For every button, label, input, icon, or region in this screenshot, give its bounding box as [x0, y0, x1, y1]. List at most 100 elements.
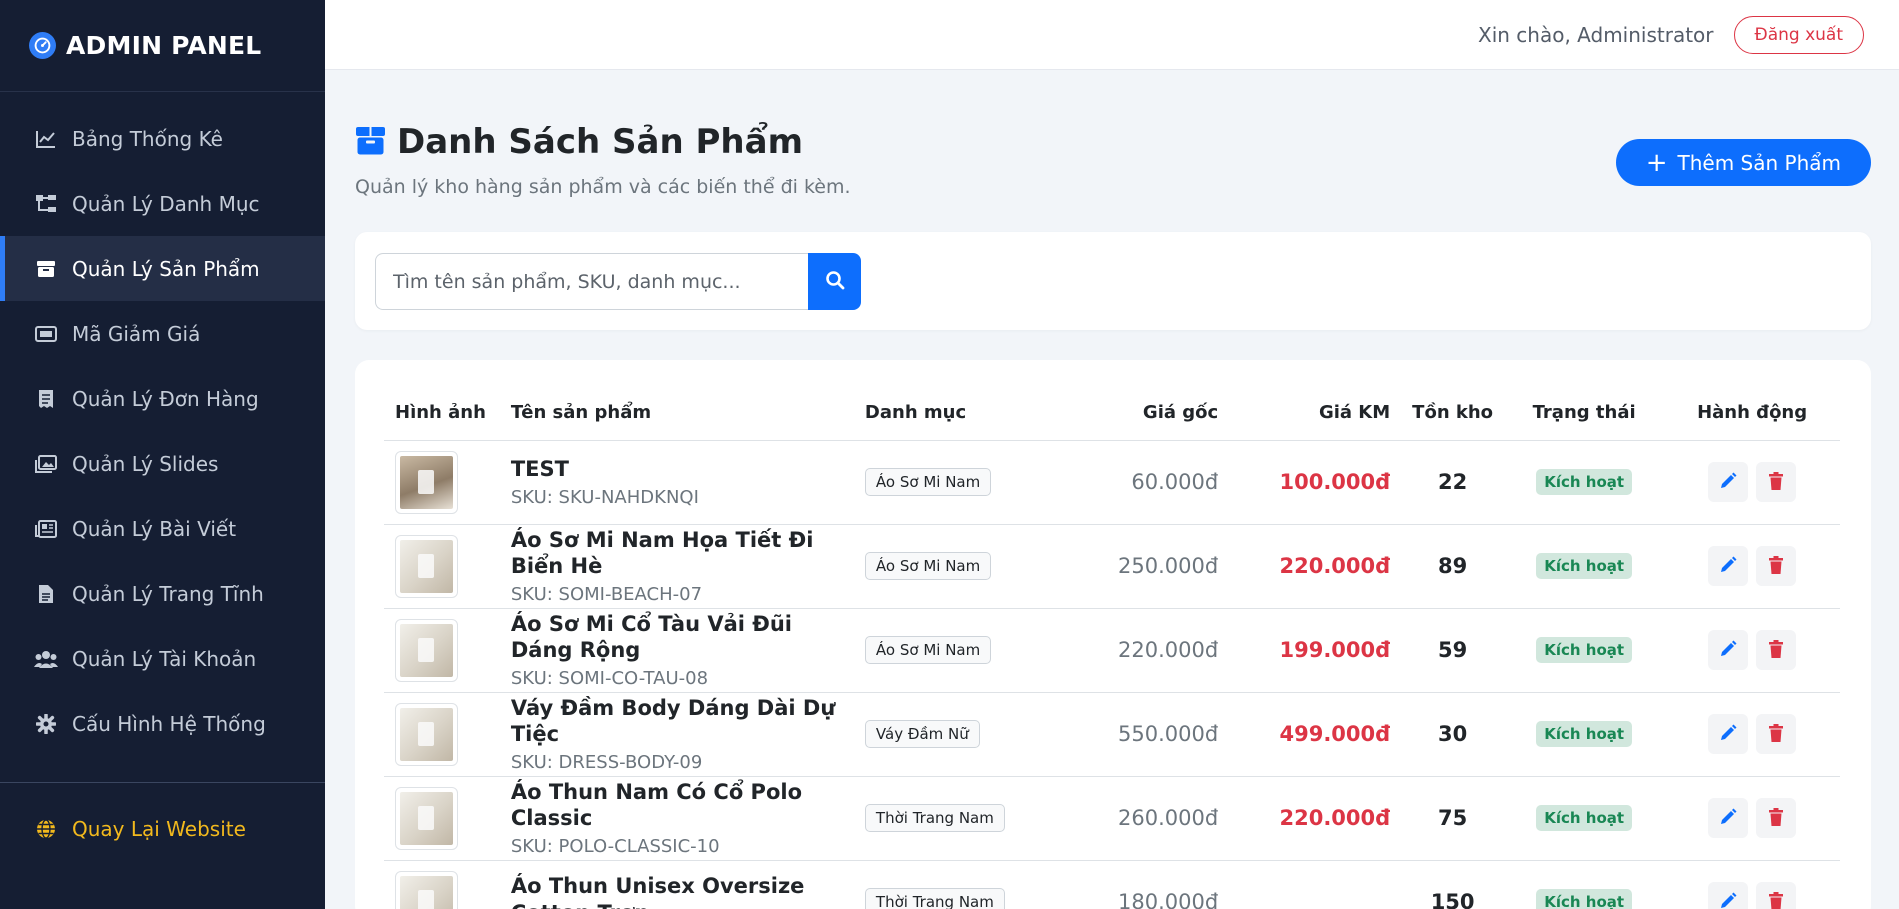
sale-price: 220.000đ: [1279, 806, 1391, 830]
stock-count: 22: [1438, 470, 1468, 494]
sidebar-item-dashboard[interactable]: Bảng Thống Kê: [0, 106, 325, 171]
product-thumbnail[interactable]: [395, 870, 458, 909]
gear-icon: [34, 712, 58, 736]
product-sku: SKU: SOMI-CO-TAU-08: [510, 668, 709, 690]
sale-price: 100.000đ: [1279, 470, 1391, 494]
edit-button[interactable]: [1708, 798, 1749, 838]
stock-count: 59: [1438, 638, 1468, 662]
product-sku: SKU: DRESS-BODY-09: [510, 752, 703, 774]
logout-button[interactable]: Đăng xuất: [1733, 15, 1864, 54]
newspaper-icon: [34, 517, 58, 541]
original-price: 220.000đ: [1118, 638, 1219, 662]
original-price: 180.000đ: [1118, 890, 1219, 909]
box-icon: [34, 257, 58, 281]
table-row: TEST SKU: SKU-NAHDKNQI Áo Sơ Mi Nam 60.0…: [384, 440, 1840, 525]
status-badge: Kích hoạt: [1536, 553, 1633, 579]
search-icon: [825, 270, 845, 293]
products-table: Hình ảnh Tên sản phẩm Danh mục Giá gốc G…: [384, 385, 1840, 909]
images-icon: [34, 452, 58, 476]
product-name: Áo Thun Unisex Oversize Cotton Trơn: [510, 874, 805, 909]
col-header-status: Trạng thái: [1504, 385, 1665, 441]
delete-button[interactable]: [1756, 798, 1797, 838]
users-icon: [34, 647, 58, 671]
product-name: Áo Sơ Mi Cổ Tàu Vải Đũi Dáng Rộng: [510, 611, 793, 662]
delete-button[interactable]: [1756, 714, 1797, 754]
stock-count: 75: [1438, 806, 1468, 830]
plus-icon: +: [1645, 147, 1668, 178]
edit-button[interactable]: [1708, 714, 1749, 754]
back-to-website-link[interactable]: Quay Lại Website: [34, 817, 246, 841]
receipt-icon: [34, 387, 58, 411]
sidebar-item-products[interactable]: Quản Lý Sản Phẩm: [0, 236, 325, 301]
col-header-actions: Hành động: [1664, 385, 1840, 441]
product-thumbnail[interactable]: [395, 450, 458, 514]
sidebar-item-orders[interactable]: Quản Lý Đơn Hàng: [0, 366, 325, 431]
pencil-icon: [1719, 892, 1737, 909]
product-thumbnail[interactable]: [395, 618, 458, 682]
sidebar-item-static-pages[interactable]: Quản Lý Trang Tĩnh: [0, 561, 325, 626]
table-header-row: Hình ảnh Tên sản phẩm Danh mục Giá gốc G…: [384, 385, 1840, 441]
product-thumbnail[interactable]: [395, 702, 458, 766]
category-badge: Thời Trang Nam: [864, 888, 1005, 909]
category-badge: Áo Sơ Mi Nam: [864, 552, 992, 580]
trash-icon: [1768, 891, 1784, 909]
delete-button[interactable]: [1756, 462, 1797, 502]
edit-button[interactable]: [1708, 882, 1749, 909]
sidebar-divider: [0, 782, 325, 783]
products-table-card: Hình ảnh Tên sản phẩm Danh mục Giá gốc G…: [355, 360, 1871, 909]
dashboard-gauge-icon: [29, 32, 56, 59]
row-actions: [1675, 882, 1829, 909]
search-input[interactable]: [375, 253, 808, 310]
sidebar-item-posts[interactable]: Quản Lý Bài Viết: [0, 496, 325, 561]
box-icon: [355, 126, 387, 158]
product-name: Áo Thun Nam Có Cổ Polo Classic: [510, 779, 803, 830]
original-price: 260.000đ: [1118, 806, 1219, 830]
sidebar-item-label: Bảng Thống Kê: [72, 126, 223, 151]
edit-button[interactable]: [1708, 630, 1749, 670]
sidebar-item-accounts[interactable]: Quản Lý Tài Khoản: [0, 626, 325, 691]
sidebar-item-coupons[interactable]: Mã Giảm Giá: [0, 301, 325, 366]
sidebar-item-label: Quản Lý Sản Phẩm: [72, 256, 260, 281]
sitemap-icon: [34, 192, 58, 216]
add-product-label: Thêm Sản Phẩm: [1677, 150, 1842, 175]
edit-button[interactable]: [1708, 462, 1749, 502]
brand[interactable]: ADMIN PANEL: [0, 0, 325, 92]
sale-price: 199.000đ: [1279, 638, 1391, 662]
sidebar-item-slides[interactable]: Quản Lý Slides: [0, 431, 325, 496]
trash-icon: [1768, 723, 1784, 745]
product-sku: SKU: SOMI-BEACH-07: [510, 584, 703, 606]
sidebar-item-label: Quản Lý Bài Viết: [72, 516, 237, 541]
sidebar-item-settings[interactable]: Cấu Hình Hệ Thống: [0, 691, 325, 756]
table-row: Váy Đầm Body Dáng Dài Dự Tiệc SKU: DRESS…: [384, 692, 1840, 777]
product-thumbnail[interactable]: [395, 786, 458, 850]
delete-button[interactable]: [1756, 882, 1797, 909]
sidebar-item-categories[interactable]: Quản Lý Danh Mục: [0, 171, 325, 236]
product-name: Váy Đầm Body Dáng Dài Dự Tiệc: [510, 695, 836, 746]
topbar: Xin chào, Administrator Đăng xuất: [325, 0, 1899, 70]
brand-title: ADMIN PANEL: [66, 31, 262, 60]
sidebar-item-label: Quản Lý Slides: [72, 451, 219, 476]
stock-count: 150: [1430, 890, 1475, 909]
pencil-icon: [1719, 472, 1737, 493]
category-badge: Váy Đầm Nữ: [864, 720, 980, 748]
search-button[interactable]: [808, 253, 861, 310]
sidebar-item-label: Cấu Hình Hệ Thống: [72, 711, 266, 736]
sale-price: 220.000đ: [1279, 554, 1391, 578]
ticket-icon: [34, 322, 58, 346]
delete-button[interactable]: [1756, 546, 1797, 586]
pencil-icon: [1719, 556, 1737, 577]
col-header-category: Danh mục: [853, 385, 1034, 441]
delete-button[interactable]: [1756, 630, 1797, 670]
product-sku: SKU: POLO-CLASSIC-10: [510, 836, 720, 858]
table-row: Áo Sơ Mi Cổ Tàu Vải Đũi Dáng Rộng SKU: S…: [384, 608, 1840, 693]
product-thumbnail[interactable]: [395, 534, 458, 598]
table-row: Áo Thun Unisex Oversize Cotton Trơn Thời…: [384, 860, 1840, 909]
add-product-button[interactable]: + Thêm Sản Phẩm: [1615, 139, 1871, 186]
trash-icon: [1768, 555, 1784, 577]
status-badge: Kích hoạt: [1536, 805, 1633, 831]
col-header-name: Tên sản phẩm: [499, 385, 854, 441]
sidebar-item-label: Quản Lý Trang Tĩnh: [72, 581, 264, 606]
edit-button[interactable]: [1708, 546, 1749, 586]
search-card: [355, 232, 1871, 330]
status-badge: Kích hoạt: [1536, 889, 1633, 909]
